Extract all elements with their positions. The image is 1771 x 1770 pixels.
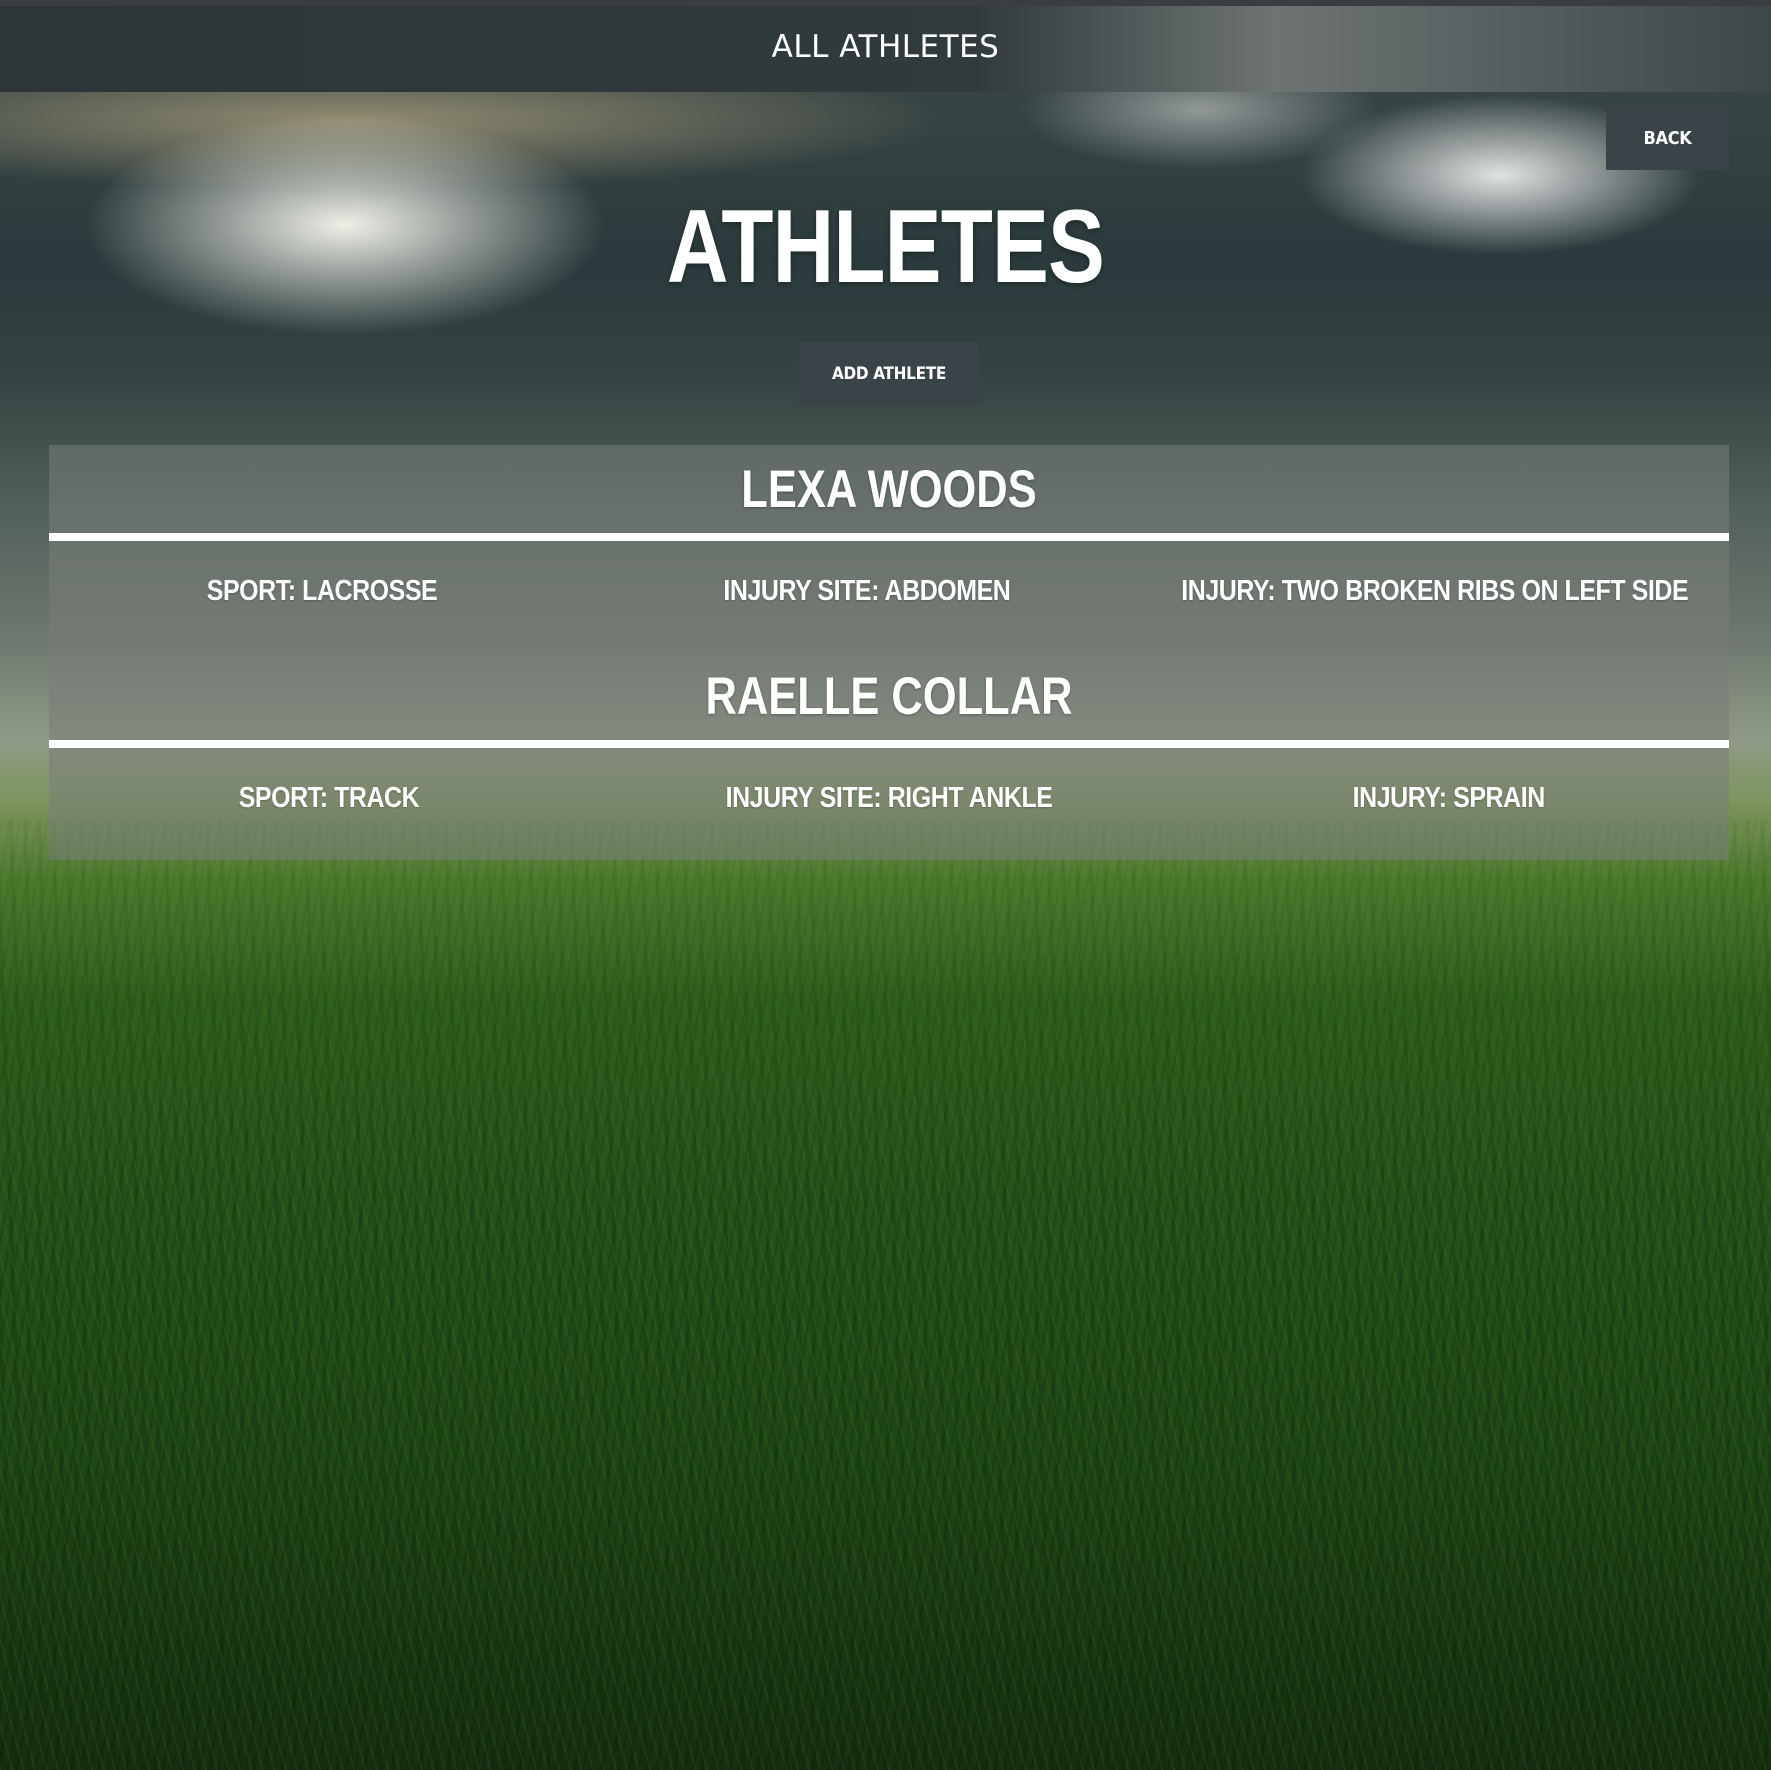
athlete-details: SPORT: TRACK INJURY SITE: RIGHT ANKLE IN… [49,748,1729,859]
add-athlete-button[interactable]: ADD ATHLETE [799,342,979,406]
athlete-injury-site: INJURY SITE: RIGHT ANKLE [725,782,1053,814]
athlete-card: RAELLE COLLAR SPORT: TRACK INJURY SITE: … [49,652,1729,859]
athlete-injury-site: INJURY SITE: ABDOMEN [723,575,1011,607]
athlete-injury: INJURY: TWO BROKEN RIBS ON LEFT SIDE [1180,575,1688,607]
divider [49,533,1729,541]
header-title: ALL ATHLETES [771,29,1000,65]
athlete-sport: SPORT: LACROSSE [206,575,437,607]
athlete-details: SPORT: LACROSSE INJURY SITE: ABDOMEN INJ… [49,541,1729,652]
back-button[interactable]: BACK [1606,106,1729,170]
athletes-list: LEXA WOODS SPORT: LACROSSE INJURY SITE: … [49,445,1729,860]
athlete-sport: SPORT: TRACK [238,782,420,814]
athlete-name: RAELLE COLLAR [705,666,1073,726]
grass-texture [0,820,1771,1770]
athlete-name: LEXA WOODS [741,459,1037,519]
athlete-injury: INJURY: SPRAIN [1352,782,1546,814]
app-header: ALL ATHLETES [0,6,1771,92]
athlete-card: LEXA WOODS SPORT: LACROSSE INJURY SITE: … [49,445,1729,652]
page-title: ATHLETES [666,189,1105,305]
divider [49,740,1729,748]
